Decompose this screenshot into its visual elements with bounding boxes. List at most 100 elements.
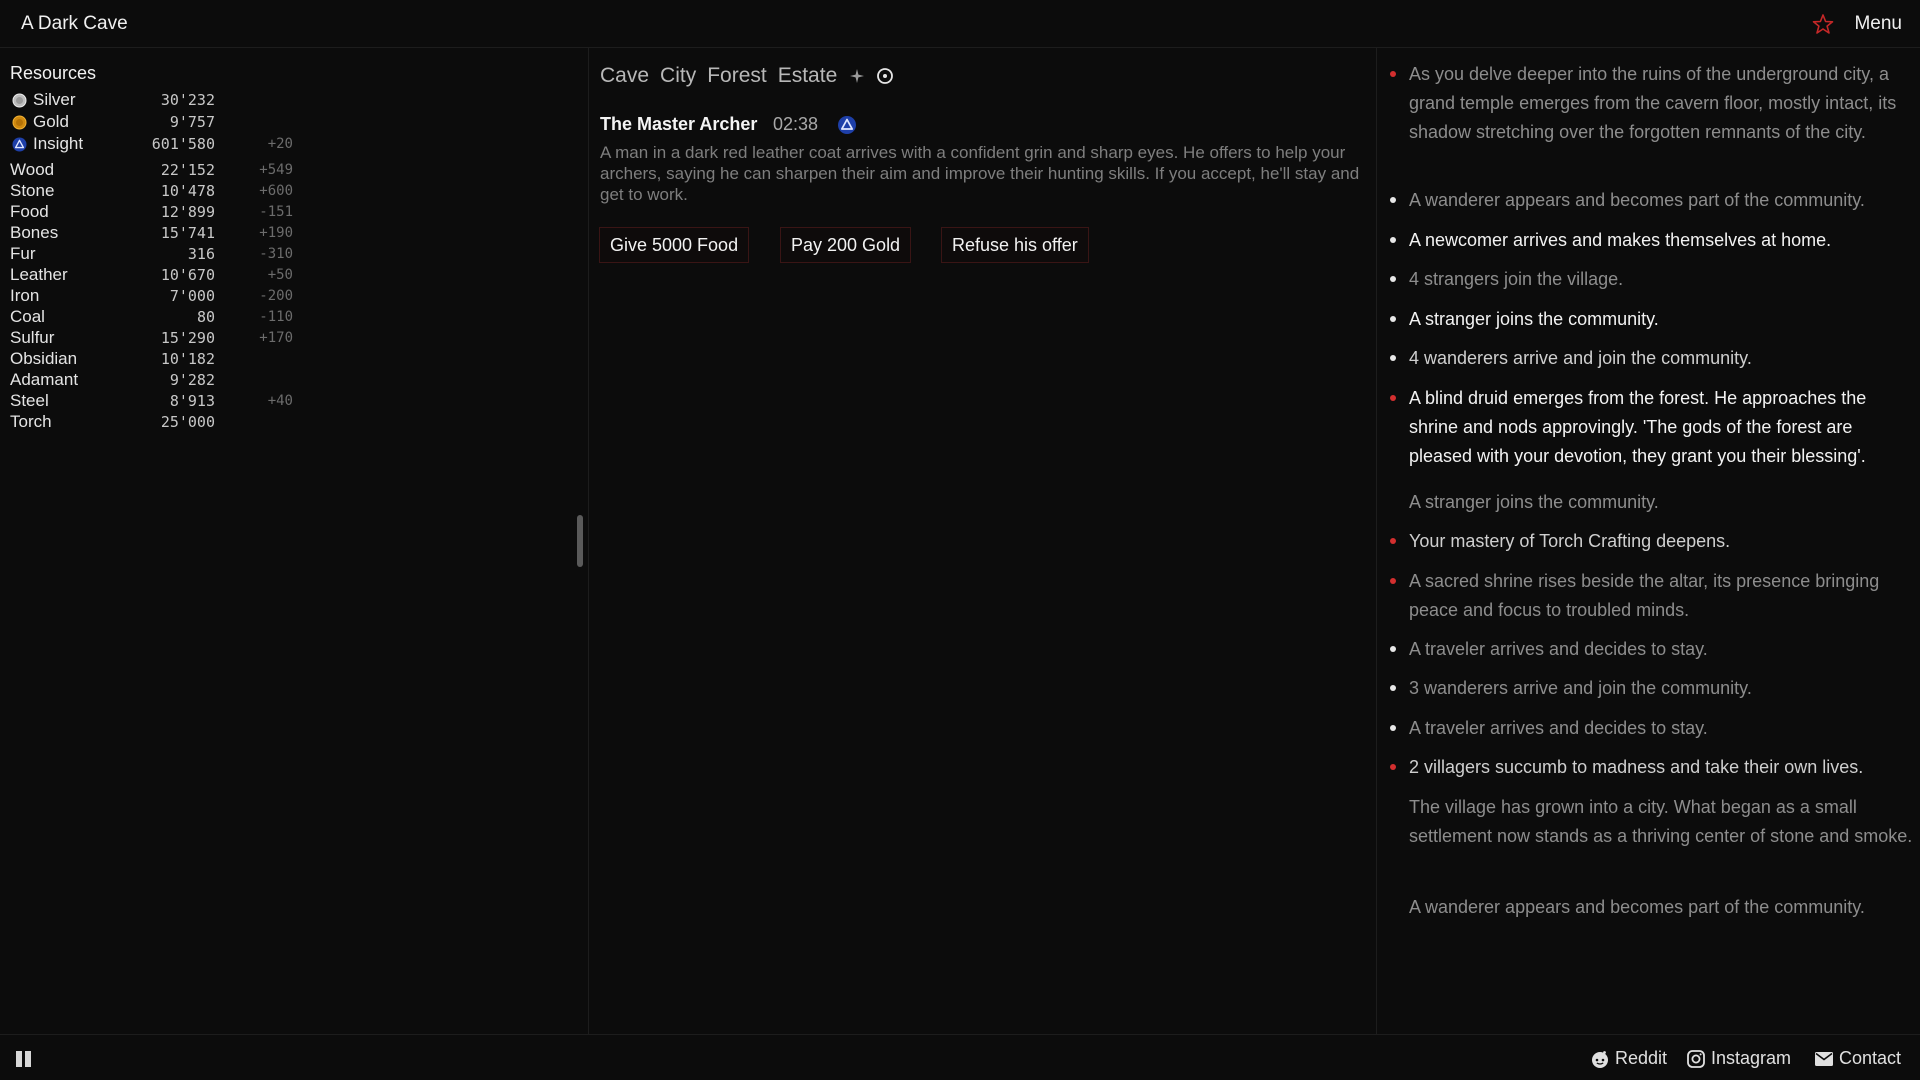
resource-row-torch: Torch 25'000: [10, 412, 310, 432]
resource-rate: +20: [267, 136, 293, 152]
resource-row-insight: Insight 601'580 +20: [10, 134, 310, 154]
log-text: 4 strangers join the village.: [1409, 269, 1624, 289]
log-bullet: [1390, 316, 1396, 322]
log-entry: A traveler arrives and decides to stay.: [1377, 714, 1917, 743]
log-entry: 2 villagers succumb to madness and take …: [1377, 753, 1917, 782]
resource-name: Silver: [33, 90, 76, 109]
pause-button[interactable]: [16, 1051, 32, 1067]
contact-link[interactable]: Contact: [1814, 1048, 1901, 1069]
log-text: A traveler arrives and decides to stay.: [1409, 718, 1708, 738]
resource-amount: 601'580: [151, 135, 215, 153]
resource-name: Steel: [10, 391, 49, 410]
resource-row-wood: Wood 22'152 +549: [10, 160, 310, 180]
resource-row-leather: Leather 10'670 +50: [10, 265, 310, 285]
reddit-link[interactable]: Reddit: [1590, 1048, 1667, 1069]
log-entry: A stranger joins the community.: [1377, 305, 1917, 334]
log-text: A wanderer appears and becomes part of t…: [1409, 190, 1865, 210]
resource-name: Sulfur: [10, 328, 55, 347]
log-bullet: [1390, 685, 1396, 691]
resource-rate: +549: [259, 162, 293, 178]
log-bullet: [1390, 764, 1396, 770]
log-entry: 4 strangers join the village.: [1377, 265, 1917, 294]
contact-label: Contact: [1839, 1048, 1902, 1068]
resource-amount: 25'000: [160, 413, 215, 431]
tab-estate[interactable]: Estate: [778, 64, 838, 88]
log-bullet: [1390, 237, 1396, 243]
silver-coin-icon: [12, 93, 27, 108]
resource-amount: 10'478: [160, 182, 215, 200]
gold-coin-icon: [12, 115, 27, 130]
resource-amount: 15'741: [160, 224, 215, 242]
panel-resize-handle[interactable]: [577, 515, 583, 567]
mail-icon: [1815, 1051, 1833, 1066]
log-text: A traveler arrives and decides to stay.: [1409, 639, 1708, 659]
resource-amount: 8'913: [169, 392, 215, 410]
resource-amount: 30'232: [160, 91, 215, 109]
resource-name: Obsidian: [10, 349, 78, 368]
log-text: The village has grown into a city. What …: [1409, 797, 1913, 846]
resource-amount: 22'152: [160, 161, 215, 179]
refuse-offer-button[interactable]: Refuse his offer: [941, 227, 1089, 263]
log-entry: 4 wanderers arrive and join the communit…: [1377, 344, 1917, 373]
resource-amount: 316: [187, 245, 215, 263]
instagram-label: Instagram: [1711, 1048, 1792, 1068]
resource-rate: +40: [267, 393, 293, 409]
log-bullet: [1390, 197, 1396, 203]
insight-icon: [12, 137, 27, 152]
log-bullet: [1390, 646, 1396, 652]
log-bullet: [1390, 578, 1396, 584]
log-text: 3 wanderers arrive and join the communit…: [1409, 678, 1752, 698]
resource-row-silver: Silver 30'232: [10, 90, 310, 110]
resource-amount: 10'670: [160, 266, 215, 284]
log-entry: A blind druid emerges from the forest. H…: [1377, 384, 1917, 471]
log-entry: As you delve deeper into the ruins of th…: [1377, 60, 1917, 176]
log-text: A blind druid emerges from the forest. H…: [1409, 388, 1867, 466]
resource-row-food: Food 12'899 -151: [10, 202, 310, 222]
resource-row-fur: Fur 316 -310: [10, 244, 310, 264]
instagram-link[interactable]: Instagram: [1686, 1048, 1791, 1069]
footer: Reddit Instagram Contact: [0, 1034, 1920, 1080]
log-text: As you delve deeper into the ruins of th…: [1409, 64, 1897, 142]
log-bullet: [1390, 725, 1396, 731]
reddit-label: Reddit: [1615, 1048, 1668, 1068]
insight-badge-icon: [838, 116, 856, 134]
resource-rate: -310: [259, 246, 293, 262]
log-bullet: [1390, 71, 1396, 77]
resource-name: Torch: [10, 412, 52, 431]
pay-gold-button[interactable]: Pay 200 Gold: [780, 227, 912, 263]
tab-cave[interactable]: Cave: [600, 64, 649, 88]
resource-amount: 12'899: [160, 203, 215, 221]
log-entry: A wanderer appears and becomes part of t…: [1377, 893, 1917, 922]
resource-name: Wood: [10, 160, 55, 179]
resource-rate: +50: [267, 267, 293, 283]
log-entry: A sacred shrine rises beside the altar, …: [1377, 567, 1917, 625]
pause-icon: [16, 1051, 22, 1067]
circle-target-tab-icon[interactable]: [876, 67, 894, 85]
give-food-button[interactable]: Give 5000 Food: [599, 227, 750, 263]
resource-amount: 10'182: [160, 350, 215, 368]
star-icon[interactable]: [1812, 13, 1834, 35]
resource-name: Fur: [10, 244, 36, 263]
resource-row-stone: Stone 10'478 +600: [10, 181, 310, 201]
event-title: The Master Archer: [600, 114, 758, 134]
resource-name: Coal: [10, 307, 45, 326]
resource-rate: -200: [259, 288, 293, 304]
log-text: A sacred shrine rises beside the altar, …: [1409, 571, 1880, 620]
resource-name: Iron: [10, 286, 40, 305]
event-log: As you delve deeper into the ruins of th…: [1376, 48, 1920, 1034]
log-bullet: [1390, 538, 1396, 544]
resource-rate: +600: [259, 183, 293, 199]
pause-icon-bar: [25, 1051, 31, 1067]
sparkle-tab-icon[interactable]: [848, 67, 866, 85]
menu-button[interactable]: Menu: [1854, 13, 1902, 35]
log-text: 4 wanderers arrive and join the communit…: [1409, 348, 1752, 368]
resource-row-adamant: Adamant 9'282: [10, 370, 310, 390]
resource-row-sulfur: Sulfur 15'290 +170: [10, 328, 310, 348]
log-bullet: [1390, 276, 1396, 282]
resource-amount: 80: [196, 308, 215, 326]
resource-rate: +190: [259, 225, 293, 241]
log-entry: A stranger joins the community.: [1377, 488, 1917, 517]
resources-title: Resources: [10, 63, 97, 83]
tab-forest[interactable]: Forest: [707, 64, 767, 88]
tab-city[interactable]: City: [660, 64, 696, 88]
